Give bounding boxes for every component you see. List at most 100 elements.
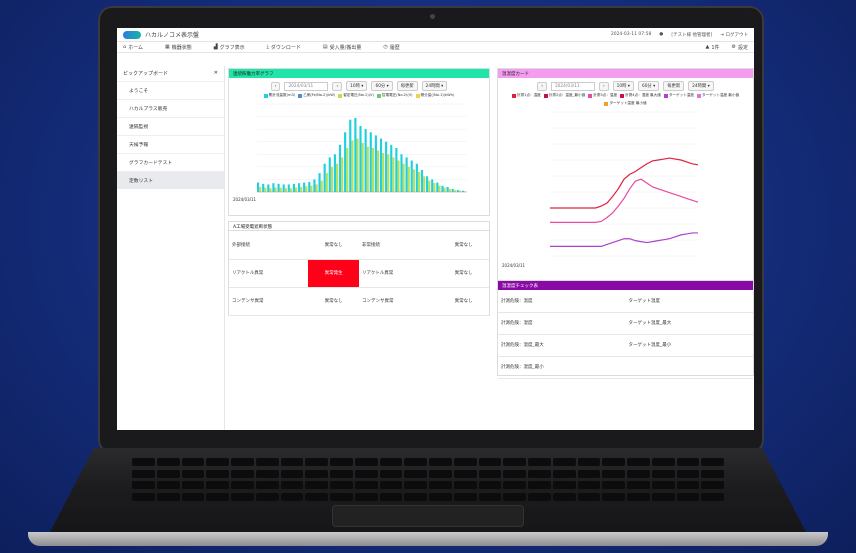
bar [277, 183, 280, 192]
menu-graph[interactable]: ▟ グラフ表示 [214, 44, 245, 51]
menu-home[interactable]: ⌂ ホーム [123, 44, 143, 51]
menubar: ⌂ ホーム ▦ 機器状態 ▟ グラフ表示 ⤓ ダウンロード ▤ 受入量/搬出量 ◷ 履歴 ▲… [117, 42, 754, 53]
bar [330, 166, 334, 192]
app-titlebar: ハカルノコメ表示盤 2024-03-11 07:58 ● [テスト様 他管理者]… [117, 28, 754, 42]
bar [333, 154, 336, 192]
sidebar-item-graphcard[interactable]: グラフカードテスト [117, 153, 224, 171]
interval-select[interactable]: 10時 ▾ [612, 81, 634, 91]
next-button[interactable]: › [598, 81, 609, 91]
bar [387, 154, 390, 192]
series-line [550, 232, 698, 247]
sidebar-title: ピックアップボード [123, 71, 169, 77]
bar [356, 138, 359, 192]
laptop-lip [28, 532, 828, 546]
range-select[interactable]: 24時間 ▾ [421, 81, 448, 91]
bar [282, 184, 285, 192]
table-row: 計測危険：湿度 ターゲット温度_最大 [498, 312, 753, 335]
bar [346, 148, 349, 192]
logout-button[interactable]: ⇥ ログアウト [720, 32, 748, 38]
bar [287, 184, 290, 192]
gear-icon: ⚙ [731, 44, 736, 50]
keyboard [132, 458, 724, 502]
bar [451, 188, 454, 192]
bar [443, 187, 446, 192]
close-icon[interactable]: ✕ [214, 70, 218, 77]
legend-item[interactable]: 計測4点：湿度 最大値 [620, 93, 661, 98]
bar [436, 182, 439, 192]
bar [361, 142, 364, 192]
range-select[interactable]: 24時間 ▾ [688, 81, 714, 91]
table-row: コンデンサ異常 異常なし コンデンサ異常 異常なし [229, 287, 489, 316]
clock-icon: ◷ [383, 44, 388, 50]
bar [289, 188, 293, 192]
grid-icon: ▦ [165, 44, 170, 50]
legend-item[interactable]: 計測2点：温度_最小値 [543, 93, 585, 98]
bar [269, 188, 272, 192]
bar [428, 180, 431, 192]
bar [264, 187, 267, 192]
user-icon: ● [659, 32, 664, 37]
bar [313, 179, 316, 192]
laptop-screen: ハカルノコメ表示盤 2024-03-11 07:58 ● [テスト様 他管理者]… [117, 28, 754, 430]
bar [310, 185, 313, 192]
temperature-line-chart [550, 111, 699, 257]
prev-button[interactable]: ‹ [270, 81, 281, 91]
bar [303, 182, 306, 192]
bar [405, 157, 408, 192]
next-button[interactable]: › [332, 81, 343, 91]
legend-item[interactable]: 計測3点：温度 [588, 93, 617, 98]
menu-history[interactable]: ◷ 履歴 [383, 44, 399, 51]
bar [318, 173, 321, 192]
span-select[interactable]: 60分 ▾ [371, 81, 393, 91]
settings-button[interactable]: ⚙ 設定 [732, 44, 749, 51]
date-field[interactable]: 2024/03/11 [284, 81, 329, 91]
series-line [550, 178, 699, 224]
bar [279, 187, 282, 192]
bar [423, 176, 426, 192]
table-row: 計測危険：湿度_最小 [498, 356, 753, 379]
menu-inout[interactable]: ▤ 受入量/搬出量 [323, 44, 361, 51]
breaker-status-panel: A工場受電遮断状態 外部接続 異常なし 非常接続 異常なし リアクトル異常 異常発生 リア… [228, 221, 490, 316]
power-graph-panel: 連続稼働力率グラフ ‹ 2024/03/11 › 10時 ▾ 60分 ▾ 毎更新… [228, 68, 490, 216]
update-button[interactable]: 毎更新 [396, 81, 418, 91]
sidebar-item-constants[interactable]: 定数リスト [117, 171, 224, 189]
bar [272, 183, 275, 192]
table-row: 計測危険：温度 ターゲット温度 [498, 290, 753, 313]
bar [354, 117, 357, 192]
sidebar-item-welcome[interactable]: ようこそ [117, 81, 224, 99]
menu-equipment[interactable]: ▦ 機器状態 [165, 44, 192, 51]
span-select[interactable]: 60分 ▾ [637, 81, 660, 91]
panel-title: A工場受電遮断状態 [229, 222, 489, 231]
sidebar-item-remote[interactable]: 遠隔監視 [117, 117, 224, 135]
bar [415, 163, 418, 192]
update-button[interactable]: 毎更新 [663, 81, 685, 91]
legend-item[interactable]: ターゲット温度 最小値 [697, 93, 739, 98]
table-row: リアクトル異常 異常発生 リアクトル異常 異常なし [229, 259, 489, 288]
date-field[interactable]: 2024/03/11 [550, 81, 595, 91]
bar [395, 148, 398, 192]
bar [392, 157, 395, 192]
bar [420, 170, 424, 192]
bar [402, 163, 405, 192]
bar [366, 146, 369, 192]
temperature-check-panel: 温湿度チェック表 計測危険：温度 ターゲット温度 計測危険：湿度 ターゲット温度_最… [497, 280, 754, 379]
legend-item[interactable]: ターゲット温度 [663, 93, 694, 98]
bar [308, 181, 311, 192]
bar [453, 190, 456, 192]
bar [284, 188, 287, 192]
sidebar-item-sales[interactable]: ハカルプラス販売 [117, 99, 224, 117]
bar [446, 186, 449, 192]
camera-icon [430, 14, 435, 19]
bar [292, 183, 296, 192]
app-logo [123, 30, 141, 39]
prev-button[interactable]: ‹ [537, 81, 547, 91]
bar [349, 119, 352, 192]
alert-button[interactable]: ▲ 1件 [705, 44, 719, 51]
sidebar-item-weather[interactable]: 天候予報 [117, 135, 224, 153]
legend-item[interactable]: 計測1点：温度 [511, 93, 541, 98]
user-name[interactable]: [テスト様 他管理者] [671, 32, 712, 38]
menu-download[interactable]: ⤓ ダウンロード [267, 44, 301, 51]
interval-select[interactable]: 10時 ▾ [346, 81, 368, 91]
bar [315, 184, 318, 192]
bar [379, 138, 383, 192]
